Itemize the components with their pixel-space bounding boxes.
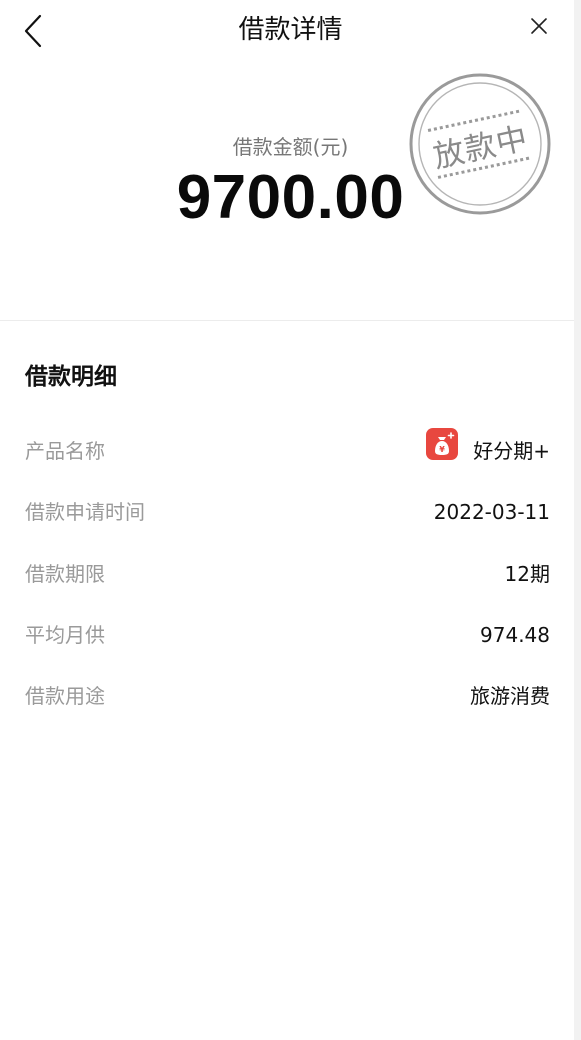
amount-section: 借款金额(元) 9700.00 放款中 <box>0 60 581 320</box>
close-icon <box>531 18 547 34</box>
svg-text:¥: ¥ <box>439 445 445 454</box>
detail-label: 借款期限 <box>25 562 105 586</box>
status-stamp: 放款中 <box>408 72 552 216</box>
page-edge <box>574 0 581 1040</box>
section-divider <box>0 320 581 321</box>
detail-value: 12期 <box>504 562 550 586</box>
detail-label: 平均月供 <box>25 623 105 647</box>
page-title: 借款详情 <box>238 15 343 45</box>
detail-label: 借款申请时间 <box>25 500 145 524</box>
nav-bar: 借款详情 <box>0 0 581 60</box>
money-bag-icon: ¥ <box>426 428 459 460</box>
detail-label: 产品名称 <box>25 439 105 463</box>
detail-value: 2022-03-11 <box>433 500 550 524</box>
close-button[interactable] <box>522 10 556 44</box>
detail-row-apply-date: 借款申请时间 2022-03-11 <box>25 494 550 530</box>
detail-label: 借款用途 <box>25 684 105 708</box>
detail-row-monthly-payment: 平均月供 974.48 <box>25 617 550 653</box>
detail-row-purpose: 借款用途 旅游消费 <box>25 678 550 714</box>
detail-row-product: 产品名称 ¥ 好分期+ <box>25 428 550 469</box>
detail-row-term: 借款期限 12期 <box>25 556 550 592</box>
detail-value: 旅游消费 <box>470 684 550 708</box>
details-title: 借款明细 <box>25 364 117 390</box>
product-name: 好分期+ <box>473 439 550 463</box>
product-value: ¥ 好分期+ <box>426 428 550 469</box>
detail-value: 974.48 <box>480 623 550 647</box>
stamp-text: 放款中 <box>430 119 532 176</box>
